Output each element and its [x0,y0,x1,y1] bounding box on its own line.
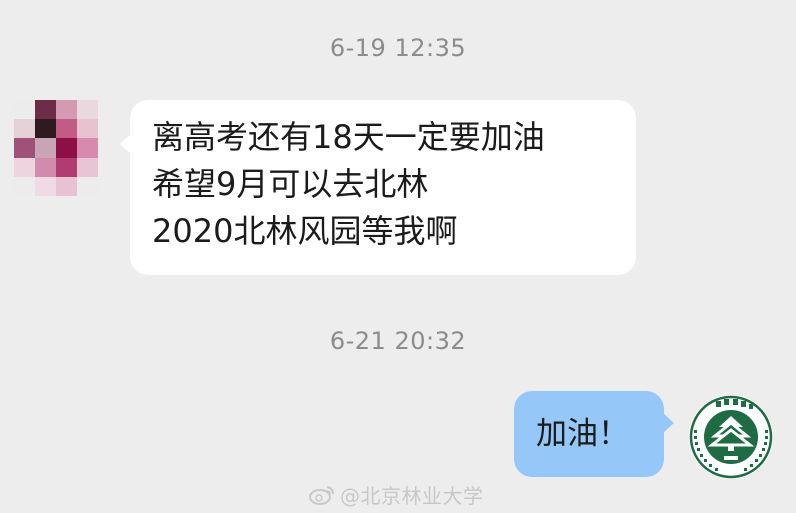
message-timestamp: 6-19 12:35 [329,34,467,62]
message-timestamp: 6-21 20:32 [329,327,467,355]
incoming-message-bubble[interactable]: 离高考还有18天一定要加油 希望9月可以去北林 2020北林风园等我啊 [120,100,636,275]
university-seal-icon [689,395,773,479]
watermark-text: @北京林业大学 [340,484,484,508]
message-line: 2020北林风园等我啊 [152,212,458,250]
outgoing-message-bubble[interactable]: 加油！ [514,391,674,477]
message-line: 希望9月可以去北林 [152,165,429,203]
message-text: 加油！ [536,416,629,452]
sender-avatar[interactable] [14,100,98,196]
university-seal-avatar[interactable] [688,394,774,480]
weibo-watermark: @北京林业大学 [308,480,484,509]
chat-window: 6-19 12:35 离高考还有18天一定要加油 希望9月可以去北林 2020北… [0,0,796,513]
weibo-icon [309,485,334,505]
message-line: 离高考还有18天一定要加油 [152,118,545,156]
